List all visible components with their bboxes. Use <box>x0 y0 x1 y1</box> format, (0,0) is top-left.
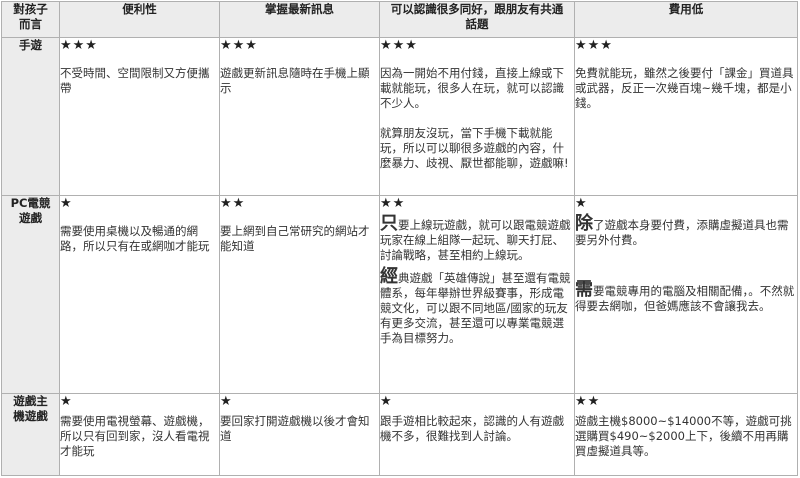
table-cell: ★★★ 因為一開始不用付錢，直接上線或下載就能玩，很多人在玩，就可以認識不少人。… <box>379 37 575 196</box>
star-rating: ★ <box>60 394 73 410</box>
cell-text: 跟手遊相比較起來，認識的人有遊戲機不多，很難找到人討論。 <box>380 414 565 443</box>
row-label: PC電競 遊戲 <box>1 195 60 394</box>
table-cell: ★ 需要使用桌機以及暢通的網路，所以只有在或網咖才能玩 <box>59 195 220 394</box>
header-convenience: 便利性 <box>59 1 220 38</box>
cell-text: 遊戲主機$8000~$14000不等，遊戲可挑選購買$490~$2000上下，後… <box>575 414 792 458</box>
cell-text: 只要上線玩遊戲，就可以跟電競遊戲玩家在線上組隊一起玩、聊天打屁、討論戰略，甚至相… <box>380 213 574 263</box>
table-cell: ★ 跟手遊相比較起來，認識的人有遊戲機不多，很難找到人討論。 <box>379 393 575 476</box>
cell-text: 經典遊戲「英雄傳說」甚至還有電競體系，每年舉辦世界級賽事，形成電競文化，可以跟不… <box>380 266 574 346</box>
header-row: 對孩子 而言 便利性 掌握最新訊息 可以認識很多同好，跟朋友有共通話題 費用低 <box>1 1 798 38</box>
table-cell: ★★ 只要上線玩遊戲，就可以跟電競遊戲玩家在線上組隊一起玩、聊天打屁、討論戰略，… <box>379 195 575 394</box>
drop-cap: 除 <box>575 213 594 234</box>
table-row: 手遊 ★★★ 不受時間、空間限制又方便攜帶 ★★★ 遊戲更新訊息隨時在手機上顯示… <box>1 37 798 196</box>
table-cell: ★ 要回家打開遊戲機以後才會知道 <box>219 393 380 476</box>
header-low-cost: 費用低 <box>574 1 798 38</box>
cell-text: 因為一開始不用付錢，直接上線或下載就能玩，很多人在玩，就可以認識不少人。 <box>380 66 565 110</box>
header-corner: 對孩子 而言 <box>1 1 60 38</box>
table-cell: ★★★ 不受時間、空間限制又方便攜帶 <box>59 37 220 196</box>
table-cell: ★★ 遊戲主機$8000~$14000不等，遊戲可挑選購買$490~$2000上… <box>574 393 798 476</box>
row-label: 手遊 <box>1 37 60 196</box>
cell-text-body: 典遊戲「英雄傳說」甚至還有電競體系，每年舉辦世界級賽事，形成電競文化，可以跟不同… <box>380 271 571 345</box>
table-cell: ★★★ 遊戲更新訊息隨時在手機上顯示 <box>219 37 380 196</box>
drop-cap: 只 <box>380 213 399 234</box>
table-cell: ★★★ 免費就能玩，雖然之後要付「課金」買道具或武器，反正一次幾百塊~幾千塊，都… <box>574 37 798 196</box>
header-corner-text: 對孩子 而言 <box>13 2 48 32</box>
row-label-text: 遊戲主 機遊戲 <box>13 394 48 424</box>
header-latest-info: 掌握最新訊息 <box>219 1 380 38</box>
cell-text: 要回家打開遊戲機以後才會知道 <box>220 414 370 443</box>
cell-text-body: 了遊戲本身要付費，添購虛擬道具也需要另外付費。 <box>575 218 789 247</box>
star-rating: ★ <box>575 196 588 212</box>
star-rating: ★ <box>380 394 393 410</box>
cell-text-body: 要電競專用的電腦及相關配備，。不然就得要去網咖，但爸媽應該不會讓我去。 <box>575 284 795 313</box>
star-rating: ★ <box>60 196 73 212</box>
cell-text-body: 要上線玩遊戲，就可以跟電競遊戲玩家在線上組隊一起玩、聊天打屁、討論戰略，甚至相約… <box>380 218 571 262</box>
star-rating: ★★ <box>220 196 246 212</box>
drop-cap: 經 <box>380 266 399 287</box>
table-cell: ★ 需要使用電視螢幕、遊戲機，所以只有回到家，沒人看電視才能玩 <box>59 393 220 476</box>
row-label: 遊戲主 機遊戲 <box>1 393 60 476</box>
star-rating: ★★ <box>575 394 601 410</box>
star-rating: ★★★ <box>220 38 258 54</box>
star-rating: ★★★ <box>575 38 613 54</box>
comparison-table: 對孩子 而言 便利性 掌握最新訊息 可以認識很多同好，跟朋友有共通話題 費用低 … <box>1 1 798 476</box>
cell-text: 需要使用桌機以及暢通的網路，所以只有在或網咖才能玩 <box>60 224 210 253</box>
table-row: 遊戲主 機遊戲 ★ 需要使用電視螢幕、遊戲機，所以只有回到家，沒人看電視才能玩 … <box>1 393 798 476</box>
cell-text: 除了遊戲本身要付費，添購虛擬道具也需要另外付費。 <box>575 213 797 248</box>
row-label-text: PC電競 遊戲 <box>10 196 51 226</box>
cell-text: 需要使用電視螢幕、遊戲機，所以只有回到家，沒人看電視才能玩 <box>60 414 210 458</box>
cell-text: 要上網到自己常研究的網站才能知道 <box>220 224 370 253</box>
table-cell: ★ 除了遊戲本身要付費，添購虛擬道具也需要另外付費。 需要電競專用的電腦及相關配… <box>574 195 798 394</box>
cell-text: 就算朋友沒玩，當下手機下載就能玩，所以可以聊很多遊戲的內容，什麼暴力、歧視、厭世… <box>380 126 569 170</box>
table-row: PC電競 遊戲 ★ 需要使用桌機以及暢通的網路，所以只有在或網咖才能玩 ★★ 要… <box>1 195 798 394</box>
star-rating: ★★ <box>380 196 406 212</box>
cell-text: 需要電競專用的電腦及相關配備，。不然就得要去網咖，但爸媽應該不會讓我去。 <box>575 279 797 314</box>
star-rating: ★★★ <box>60 38 98 54</box>
star-rating: ★★★ <box>380 38 418 54</box>
drop-cap: 需 <box>575 279 594 300</box>
cell-text: 免費就能玩，雖然之後要付「課金」買道具或武器，反正一次幾百塊~幾千塊，都是小錢。 <box>575 66 794 110</box>
cell-text: 遊戲更新訊息隨時在手機上顯示 <box>220 66 370 95</box>
table-cell: ★★ 要上網到自己常研究的網站才能知道 <box>219 195 380 394</box>
header-social: 可以認識很多同好，跟朋友有共通話題 <box>379 1 575 38</box>
cell-text: 不受時間、空間限制又方便攜帶 <box>60 66 210 95</box>
star-rating: ★ <box>220 394 233 410</box>
